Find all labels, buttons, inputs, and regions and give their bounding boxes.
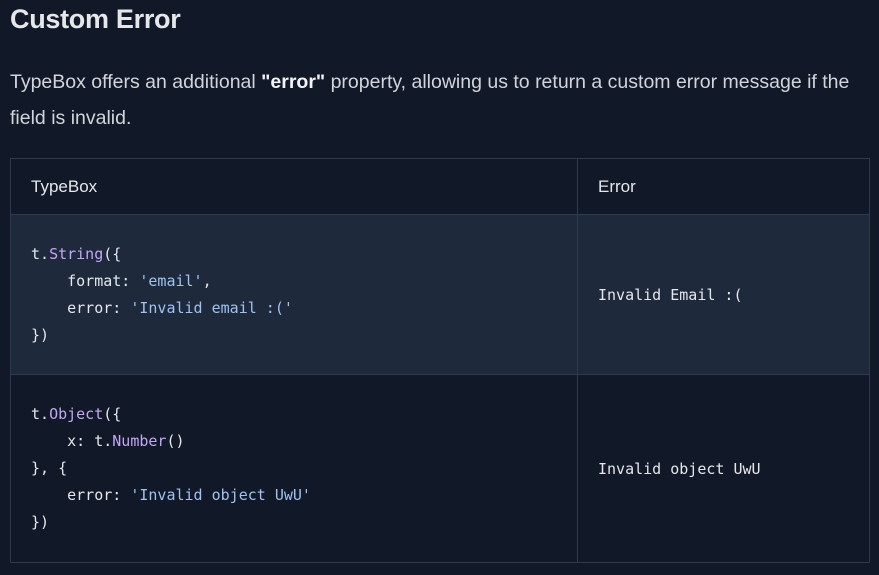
code-token: }, { <box>31 459 68 477</box>
error-cell: Invalid Email :( <box>577 214 870 375</box>
code-function: String <box>49 244 104 263</box>
code-token: t. <box>31 244 50 263</box>
code-token: () <box>166 432 185 450</box>
code-block: t.Object({ x: t.Number() }, { error: 'In… <box>31 401 557 536</box>
table-row: t.Object({ x: t.Number() }, { error: 'In… <box>10 374 870 563</box>
code-token: x: t. <box>31 432 113 450</box>
code-token: , <box>202 271 212 290</box>
comparison-table: TypeBox Error t.String({ format: 'email'… <box>10 158 870 563</box>
intro-paragraph: TypeBox offers an additional "error" pro… <box>10 64 876 136</box>
table-header-row: TypeBox Error <box>10 158 870 215</box>
code-function: Object <box>49 405 104 423</box>
doc-page: Custom Error TypeBox offers an additiona… <box>0 0 879 575</box>
code-token: }) <box>31 513 50 531</box>
code-token: ({ <box>103 244 122 263</box>
table-row: t.String({ format: 'email', error: 'Inva… <box>10 214 870 375</box>
error-cell: Invalid object UwU <box>577 374 870 563</box>
code-string: 'email' <box>139 271 203 290</box>
header-typebox: TypeBox <box>10 158 578 215</box>
code-cell: t.String({ format: 'email', error: 'Inva… <box>10 214 578 375</box>
code-cell: t.Object({ x: t.Number() }, { error: 'In… <box>10 374 578 563</box>
intro-text-before: TypeBox offers an additional <box>10 71 262 93</box>
code-token: ({ <box>103 405 122 423</box>
header-error: Error <box>577 158 870 215</box>
error-message: Invalid Email :( <box>598 285 743 304</box>
code-token: format: <box>31 271 140 290</box>
code-token: error: <box>31 298 131 317</box>
section-heading: Custom Error <box>10 4 181 34</box>
code-function: Number <box>112 432 167 450</box>
code-string: 'Invalid email :(' <box>130 298 293 317</box>
error-message: Invalid object UwU <box>598 459 761 478</box>
code-string: 'Invalid object UwU' <box>130 486 311 504</box>
code-token: t. <box>31 405 50 423</box>
code-token: error: <box>31 486 131 504</box>
code-token: }) <box>31 325 50 344</box>
intro-bold-error: "error" <box>261 71 326 93</box>
code-block: t.String({ format: 'email', error: 'Inva… <box>31 241 557 349</box>
